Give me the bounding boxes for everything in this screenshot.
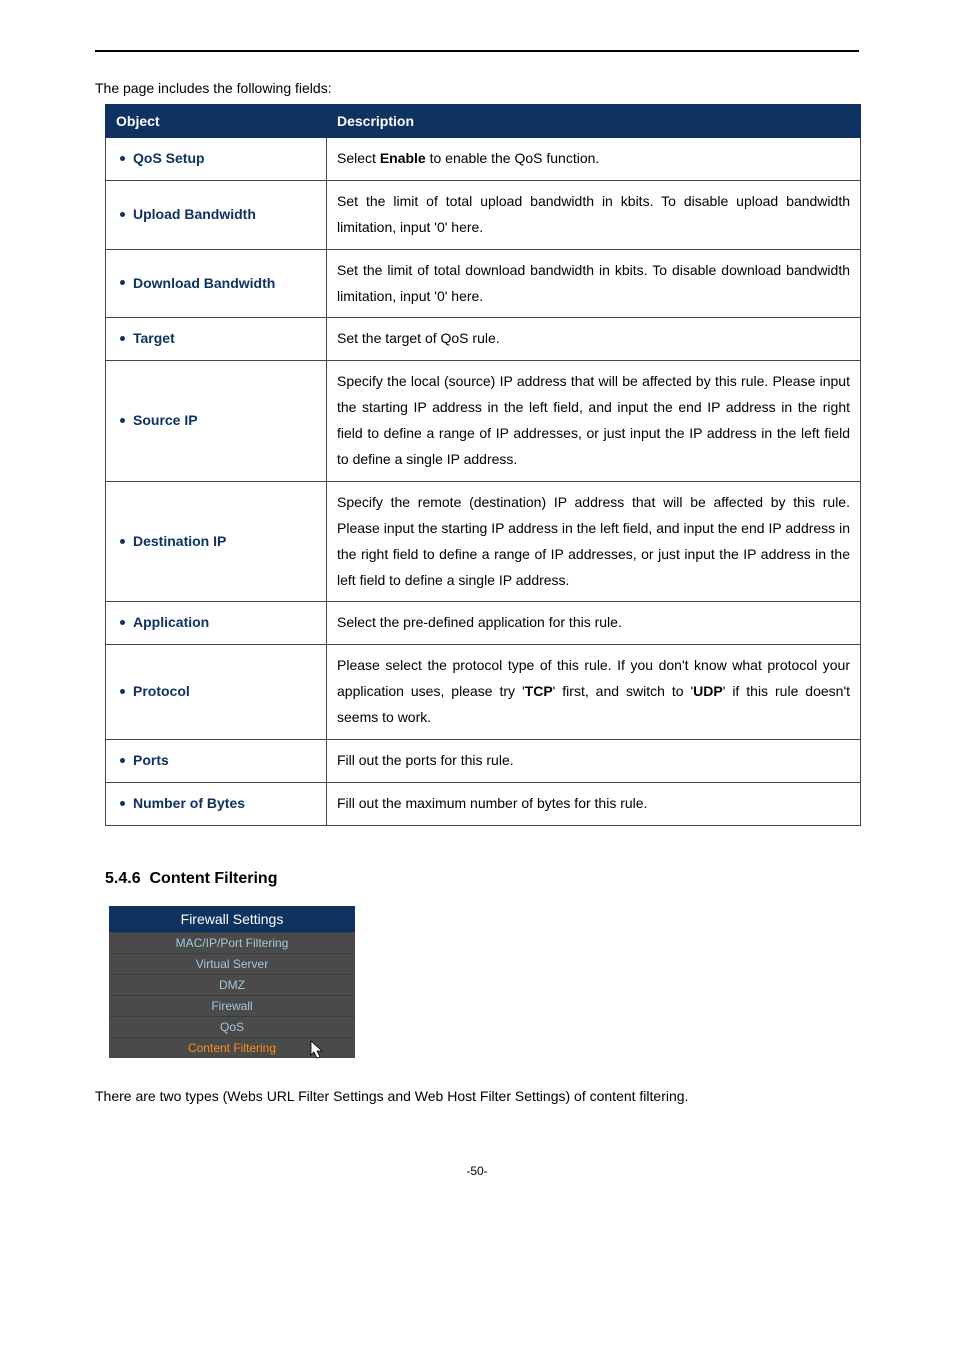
- table-description-cell: Set the target of QoS rule.: [327, 318, 861, 361]
- table-description-cell: Specify the remote (destination) IP addr…: [327, 481, 861, 602]
- nav-item-label: DMZ: [219, 978, 245, 992]
- table-object-cell: Protocol: [106, 645, 327, 740]
- table-object-cell: Upload Bandwidth: [106, 180, 327, 249]
- body-paragraph: There are two types (Webs URL Filter Set…: [95, 1088, 859, 1104]
- firewall-nav-panel: Firewall Settings MAC/IP/Port Filtering V…: [109, 906, 355, 1058]
- table-row: Application Select the pre-defined applic…: [106, 602, 861, 645]
- table-row: QoS Setup Select Enable to enable the QoS…: [106, 138, 861, 181]
- nav-item[interactable]: MAC/IP/Port Filtering: [109, 932, 355, 953]
- table-object-cell: Source IP: [106, 361, 327, 482]
- nav-item[interactable]: Virtual Server: [109, 953, 355, 974]
- bullet-icon: [120, 336, 125, 341]
- table-object-cell: QoS Setup: [106, 138, 327, 181]
- nav-item-label: Content Filtering: [188, 1041, 276, 1055]
- table-row: Download Bandwidth Set the limit of total…: [106, 249, 861, 318]
- table-row: Destination IP Specify the remote (destin…: [106, 481, 861, 602]
- table-object-label: Application: [133, 614, 209, 630]
- table-row: Ports Fill out the ports for this rule.: [106, 740, 861, 783]
- table-object-cell: Number of Bytes: [106, 782, 327, 825]
- nav-item-label: Virtual Server: [196, 957, 268, 971]
- table-object-label: Destination IP: [133, 533, 226, 549]
- table-description-cell: Please select the protocol type of this …: [327, 645, 861, 740]
- cursor-icon: [309, 1040, 327, 1060]
- fields-table: Object Description QoS Setup Select Enabl…: [105, 104, 861, 826]
- table-object-label: Download Bandwidth: [133, 275, 275, 291]
- table-description-cell: Set the limit of total upload bandwidth …: [327, 180, 861, 249]
- table-header-description: Description: [327, 105, 861, 138]
- bullet-icon: [120, 689, 125, 694]
- section-number: 5.4.6: [105, 870, 141, 887]
- nav-item-label: QoS: [220, 1020, 244, 1034]
- table-row: Number of Bytes Fill out the maximum numb…: [106, 782, 861, 825]
- nav-item[interactable]: DMZ: [109, 974, 355, 995]
- table-object-cell: Application: [106, 602, 327, 645]
- table-object-label: Source IP: [133, 412, 198, 428]
- table-description-cell: Fill out the maximum number of bytes for…: [327, 782, 861, 825]
- section-title: Content Filtering: [149, 870, 277, 887]
- table-object-cell: Target: [106, 318, 327, 361]
- table-description-cell: Select the pre-defined application for t…: [327, 602, 861, 645]
- table-row: Source IP Specify the local (source) IP a…: [106, 361, 861, 482]
- nav-header: Firewall Settings: [109, 906, 355, 932]
- nav-item[interactable]: Content Filtering: [109, 1037, 355, 1058]
- nav-item[interactable]: Firewall: [109, 995, 355, 1016]
- section-heading: 5.4.6 Content Filtering: [105, 870, 859, 888]
- table-object-label: Number of Bytes: [133, 795, 245, 811]
- bullet-icon: [120, 156, 125, 161]
- nav-item-label: Firewall: [211, 999, 252, 1013]
- table-object-label: Protocol: [133, 683, 190, 699]
- table-description-cell: Select Enable to enable the QoS function…: [327, 138, 861, 181]
- table-row: Protocol Please select the protocol type …: [106, 645, 861, 740]
- nav-item[interactable]: QoS: [109, 1016, 355, 1037]
- bullet-icon: [120, 758, 125, 763]
- table-object-label: QoS Setup: [133, 150, 205, 166]
- table-object-label: Upload Bandwidth: [133, 206, 256, 222]
- page-number: -50-: [95, 1164, 859, 1178]
- table-object-cell: Ports: [106, 740, 327, 783]
- table-row: Target Set the target of QoS rule.: [106, 318, 861, 361]
- bullet-icon: [120, 620, 125, 625]
- bullet-icon: [120, 801, 125, 806]
- bullet-icon: [120, 539, 125, 544]
- table-object-cell: Download Bandwidth: [106, 249, 327, 318]
- bullet-icon: [120, 418, 125, 423]
- bullet-icon: [120, 212, 125, 217]
- table-description-cell: Set the limit of total download bandwidt…: [327, 249, 861, 318]
- nav-item-label: MAC/IP/Port Filtering: [176, 936, 289, 950]
- table-object-label: Target: [133, 330, 175, 346]
- intro-text: The page includes the following fields:: [95, 80, 859, 96]
- table-row: Upload Bandwidth Set the limit of total u…: [106, 180, 861, 249]
- table-object-cell: Destination IP: [106, 481, 327, 602]
- page-top-rule: [95, 50, 859, 52]
- table-object-label: Ports: [133, 752, 169, 768]
- table-description-cell: Specify the local (source) IP address th…: [327, 361, 861, 482]
- table-header-object: Object: [106, 105, 327, 138]
- table-description-cell: Fill out the ports for this rule.: [327, 740, 861, 783]
- bullet-icon: [120, 280, 125, 285]
